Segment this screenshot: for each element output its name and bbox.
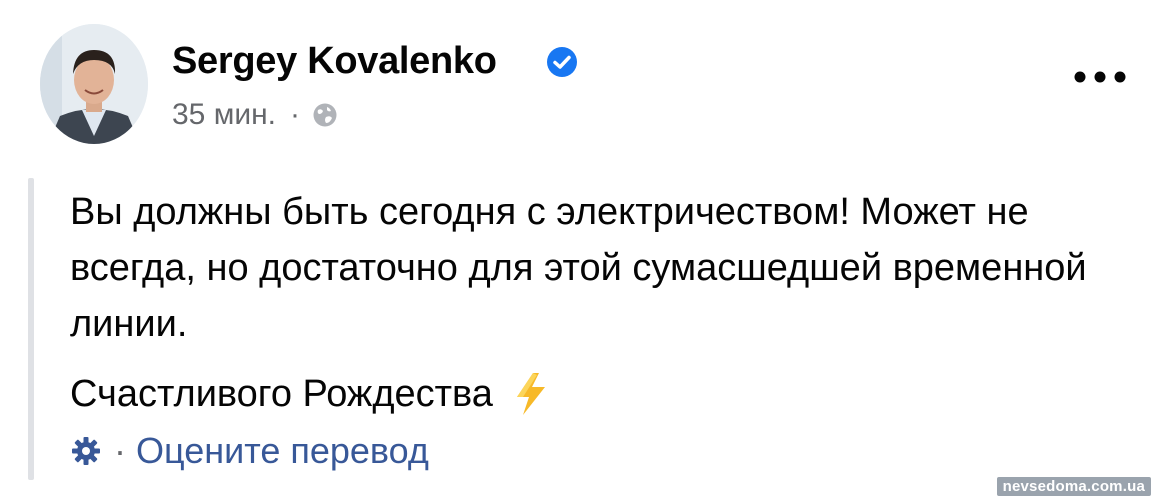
rate-translation-link[interactable]: Оцените перевод bbox=[136, 430, 429, 472]
translation-row: · Оцените перевод bbox=[70, 430, 429, 472]
post-header: Sergey Kovalenko 35 мин. · bbox=[0, 0, 1161, 160]
post-meta: 35 мин. · bbox=[172, 98, 338, 132]
verified-badge-icon bbox=[547, 47, 577, 77]
translation-separator: · bbox=[114, 430, 126, 471]
meta-separator: · bbox=[290, 98, 300, 131]
author-name[interactable]: Sergey Kovalenko bbox=[172, 40, 497, 83]
gear-icon[interactable] bbox=[70, 435, 102, 467]
quote-bar bbox=[28, 178, 34, 480]
post-text-paragraph: Вы должны быть сегодня с электричеством!… bbox=[70, 191, 1087, 345]
more-horizontal-icon[interactable] bbox=[1070, 62, 1130, 92]
post-body: Вы должны быть сегодня с электричеством!… bbox=[70, 184, 1130, 422]
avatar-image bbox=[40, 24, 148, 144]
globe-icon[interactable] bbox=[312, 102, 338, 128]
lightning-bolt-icon bbox=[516, 373, 545, 415]
avatar[interactable] bbox=[40, 24, 148, 144]
post-text-paragraph: Счастливого Рождества bbox=[70, 366, 1130, 422]
watermark: nevsedoma.com.ua bbox=[996, 477, 1151, 496]
timestamp[interactable]: 35 мин. bbox=[172, 98, 276, 132]
post-text-greeting: Счастливого Рождества bbox=[70, 373, 493, 415]
